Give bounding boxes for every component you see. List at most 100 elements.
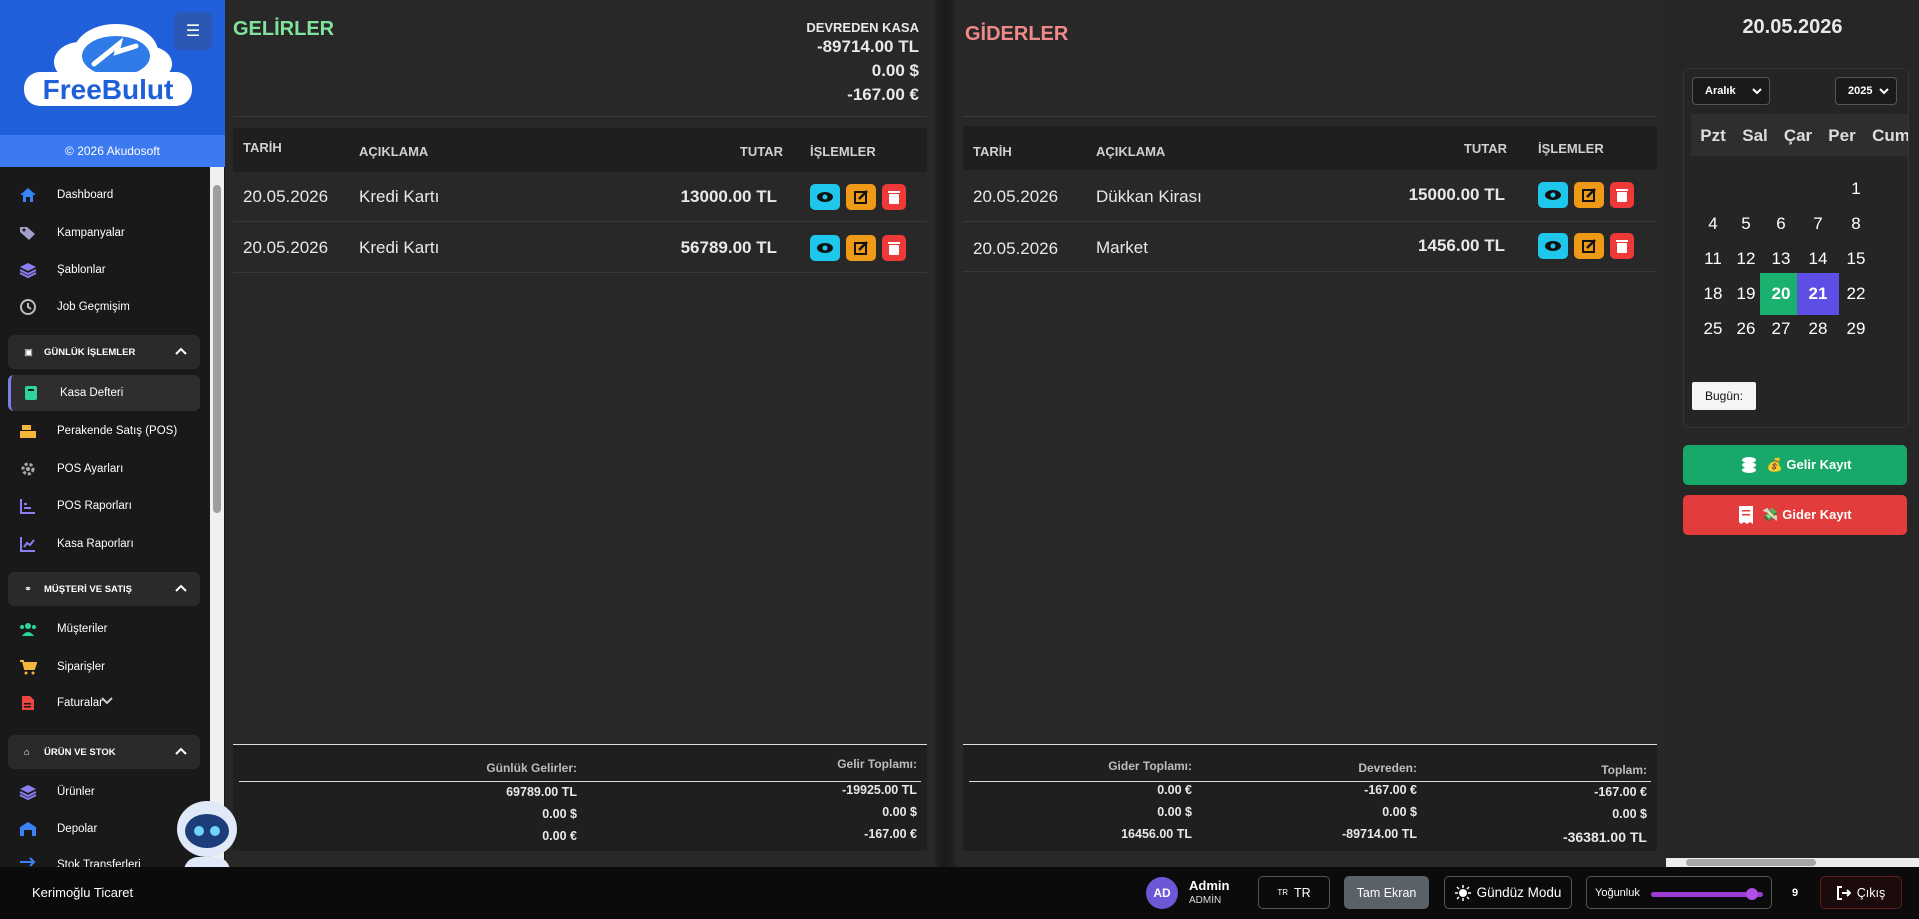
day-mode-button[interactable]: Gündüz Modu — [1444, 876, 1572, 909]
trash-icon — [888, 191, 900, 204]
row-date: 20.05.2026 — [243, 187, 329, 206]
company-name: Kerimoğlu Ticaret — [32, 885, 134, 900]
chevron-down-icon — [101, 697, 113, 705]
carry-over-label: DEVREDEN KASA — [806, 20, 919, 35]
horizontal-scrollbar[interactable] — [1666, 858, 1919, 867]
transfer-icon — [18, 855, 38, 867]
density-slider[interactable] — [1651, 888, 1763, 900]
expense-record-button[interactable]: 💸 Gider Kayıt — [1683, 495, 1907, 535]
edit-button[interactable] — [1574, 182, 1604, 208]
language-button[interactable]: TR TR — [1258, 876, 1330, 909]
scrollbar-thumb[interactable] — [213, 185, 221, 513]
day-mode-label: Gündüz Modu — [1476, 885, 1562, 900]
sidebar-item-job-history[interactable]: Job Geçmişim — [8, 289, 200, 325]
eye-icon — [1545, 241, 1561, 251]
carry-label: Devreden: — [1358, 761, 1417, 775]
copyright: © 2026 Akudosoft — [0, 135, 225, 167]
sum-label: Toplam: — [1601, 763, 1647, 777]
fullscreen-button[interactable]: Tam Ekran — [1344, 876, 1429, 909]
layers-icon — [18, 782, 38, 802]
panel-divider — [935, 0, 955, 867]
col-amount: TUTAR — [1463, 141, 1507, 156]
sum-eur: -167.00 € — [1594, 785, 1647, 799]
carry-over-usd: 0.00 $ — [871, 61, 919, 80]
section-musteri-satis[interactable]: ⚭ MÜŞTERİ VE SATIŞ — [8, 572, 200, 606]
brand-area: FreeBulut ☰ — [0, 0, 225, 135]
view-button[interactable] — [1538, 182, 1568, 208]
logout-button[interactable]: Çıkış — [1820, 876, 1902, 909]
current-date: 20.05.2026 — [1742, 16, 1843, 38]
month-select[interactable]: Aralık — [1692, 77, 1770, 105]
carry-over-tl: -89714.00 TL — [816, 37, 919, 56]
income-title: GELİRLER — [233, 18, 335, 40]
calendar-day[interactable]: 29 — [1835, 308, 1877, 350]
avatar[interactable]: AD — [1146, 877, 1178, 909]
scrollbar-thumb[interactable] — [1686, 859, 1816, 866]
chevron-up-icon — [175, 347, 187, 355]
calendar-day[interactable]: 28 — [1797, 308, 1839, 350]
sidebar-item-label: Job Geçmişim — [57, 301, 130, 313]
sidebar-item-kasa-defteri[interactable]: Kasa Defteri — [8, 375, 200, 411]
income-record-button[interactable]: 💰 Gelir Kayıt — [1683, 445, 1907, 485]
density-control: Yoğunluk 9 — [1586, 876, 1798, 909]
edit-button[interactable] — [846, 184, 876, 210]
view-button[interactable] — [810, 184, 840, 210]
sidebar-item-kampanyalar[interactable]: Kampanyalar — [8, 215, 200, 251]
layers-icon — [18, 260, 38, 280]
section-gunluk-islemler[interactable]: ▣ GÜNLÜK İŞLEMLER — [8, 335, 200, 369]
weekday-label: Pzt — [1700, 126, 1726, 145]
row-date: 20.05.2026 — [973, 239, 1059, 258]
delete-button[interactable] — [1610, 233, 1634, 259]
calendar-day[interactable]: 27 — [1760, 308, 1802, 350]
income-panel: GELİRLER DEVREDEN KASA -89714.00 TL 0.00… — [225, 0, 935, 867]
income-table-header: TARİH AÇIKLAMA TUTAR İŞLEMLER — [233, 128, 927, 172]
view-button[interactable] — [810, 235, 840, 261]
sidebar-scrollbar[interactable] — [210, 167, 224, 867]
divider — [963, 116, 1657, 117]
sidebar-item-label: Depolar — [57, 823, 98, 835]
home-icon — [18, 185, 38, 205]
daily-income-usd: 0.00 $ — [542, 807, 577, 821]
delete-button[interactable] — [1610, 182, 1634, 208]
sidebar-item-label: Kasa Raporları — [57, 538, 134, 550]
sidebar-item-siparisler[interactable]: Siparişler — [8, 649, 200, 685]
sidebar-item-dashboard[interactable]: Dashboard — [8, 177, 200, 213]
slider-knob[interactable] — [1745, 888, 1758, 900]
app: FreeBulut ☰ © 2026 Akudosoft Dashboard K… — [0, 0, 1919, 919]
sidebar-item-label: Müşteriler — [57, 623, 108, 635]
daily-income-tl: 69789.00 TL — [506, 785, 577, 799]
edit-button[interactable] — [846, 235, 876, 261]
footer-divider — [969, 781, 1651, 782]
menu-toggle-button[interactable]: ☰ — [174, 12, 212, 50]
today-button[interactable]: Bugün: — [1692, 382, 1756, 410]
delete-button[interactable] — [882, 235, 906, 261]
row-actions — [1538, 182, 1634, 208]
sidebar-item-pos[interactable]: Perakende Satış (POS) — [8, 413, 200, 449]
eye-icon — [817, 243, 833, 253]
col-desc: AÇIKLAMA — [1096, 144, 1166, 159]
sidebar-item-faturalar[interactable]: Faturalar — [8, 685, 200, 721]
row-desc: Kredi Kartı — [359, 238, 440, 257]
section-urun-stok[interactable]: ⌂ ÜRÜN VE STOK — [8, 735, 200, 769]
sidebar-item-musteriler[interactable]: Müşteriler — [8, 611, 200, 647]
chevron-down-icon — [1752, 88, 1762, 95]
edit-button[interactable] — [1574, 233, 1604, 259]
sidebar-item-pos-ayarlari[interactable]: POS Ayarları — [8, 451, 200, 487]
year-select[interactable]: 2025 — [1835, 77, 1897, 105]
sidebar-item-kasa-raporlari[interactable]: Kasa Raporları — [8, 526, 200, 562]
cash-register-icon: ▣ — [24, 346, 33, 358]
weekday-label: Per — [1828, 126, 1856, 145]
col-actions: İŞLEMLER — [810, 144, 876, 159]
table-row: 20.05.2026 Dükkan Kirası 15000.00 TL — [963, 172, 1657, 222]
col-date: TARİH — [973, 144, 1012, 159]
year-select-value: 2025 — [1848, 85, 1873, 97]
edit-icon — [854, 241, 868, 255]
receipt-icon — [1739, 506, 1754, 524]
sidebar-item-pos-raporlari[interactable]: POS Raporları — [8, 488, 200, 524]
sidebar-item-sablonlar[interactable]: Şablonlar — [8, 252, 200, 288]
view-button[interactable] — [1538, 233, 1568, 259]
row-actions — [1538, 233, 1634, 259]
delete-button[interactable] — [882, 184, 906, 210]
user-name: Admin — [1189, 878, 1230, 893]
row-actions — [810, 235, 906, 261]
